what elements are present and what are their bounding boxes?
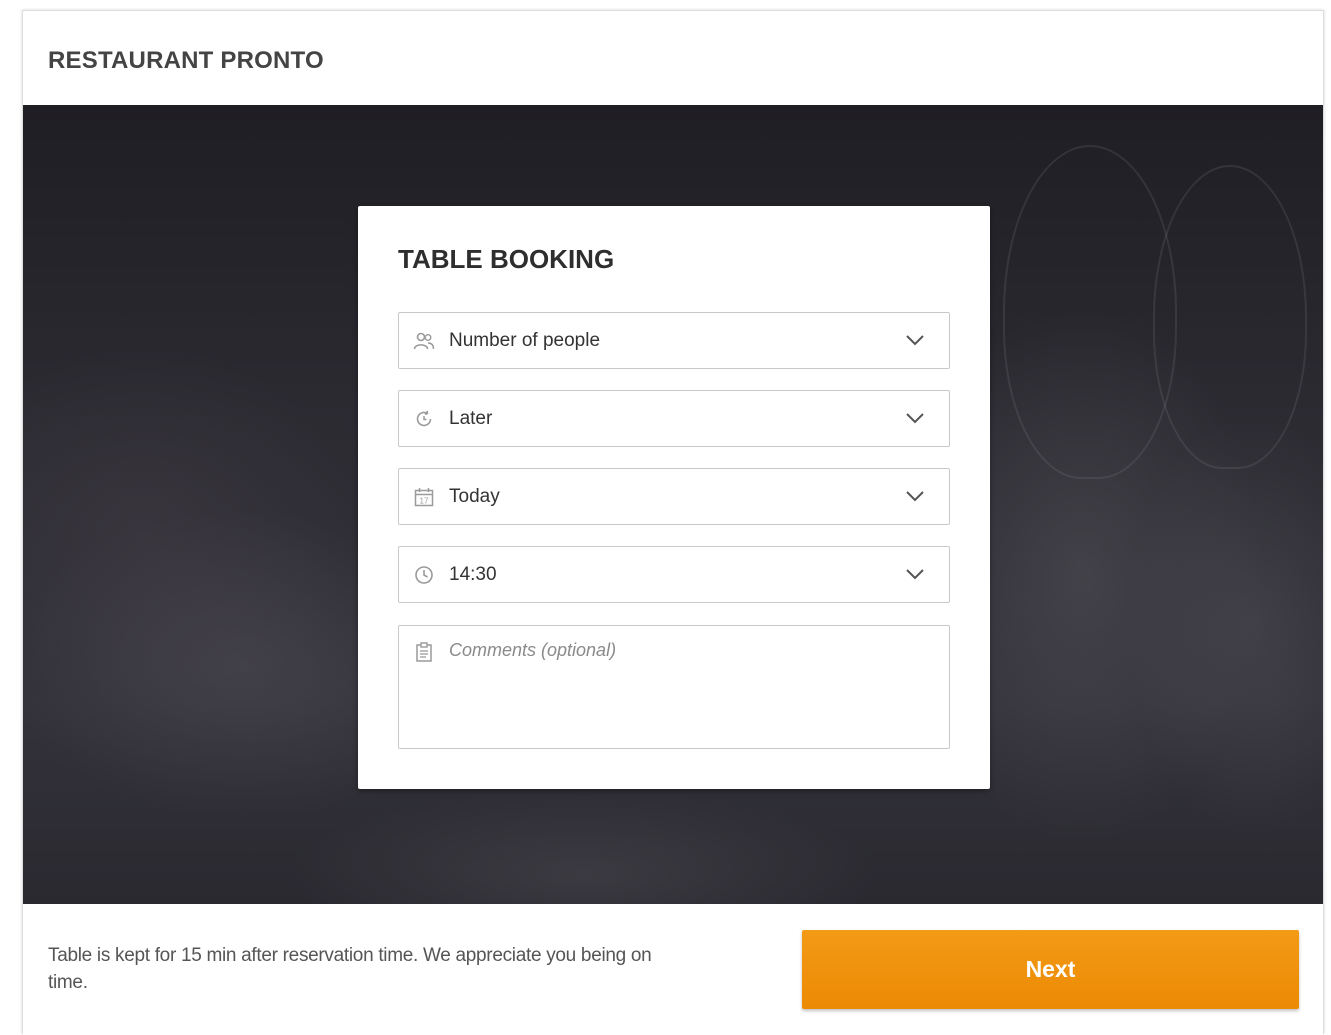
booking-card: TABLE BOOKING Number of people Later 17 … (358, 206, 990, 789)
next-button[interactable]: Next (802, 930, 1299, 1009)
background-glass-decoration (1003, 145, 1177, 479)
time-select[interactable]: 14:30 (398, 546, 950, 603)
restaurant-name: RESTAURANT PRONTO (48, 47, 324, 74)
timer-icon (413, 408, 435, 430)
chevron-down-icon (906, 569, 924, 580)
background-glass-decoration (1153, 165, 1307, 469)
hero-background: TABLE BOOKING Number of people Later 17 … (23, 105, 1323, 904)
punctuality-note: Table is kept for 15 min after reservati… (48, 945, 652, 993)
date-value: Today (449, 486, 500, 507)
chevron-down-icon (906, 335, 924, 346)
chevron-down-icon (906, 413, 924, 424)
people-select[interactable]: Number of people (398, 312, 950, 369)
header: RESTAURANT PRONTO (23, 11, 1323, 105)
comments-input[interactable] (447, 638, 931, 738)
people-icon (413, 330, 435, 352)
timing-value: Later (449, 408, 493, 429)
booking-title: TABLE BOOKING (398, 244, 615, 274)
time-value: 14:30 (449, 564, 497, 585)
timing-select[interactable]: Later (398, 390, 950, 447)
calendar-icon: 17 (413, 486, 435, 508)
svg-text:17: 17 (420, 497, 429, 506)
clock-icon (413, 564, 435, 586)
date-select[interactable]: 17 Today (398, 468, 950, 525)
clipboard-icon (415, 642, 433, 667)
booking-widget: RESTAURANT PRONTO TABLE BOOKING Number o… (22, 10, 1324, 1035)
people-value: Number of people (449, 330, 601, 351)
comments-box[interactable] (398, 625, 950, 749)
chevron-down-icon (906, 491, 924, 502)
footer: Table is kept for 15 min after reservati… (23, 904, 1323, 1035)
